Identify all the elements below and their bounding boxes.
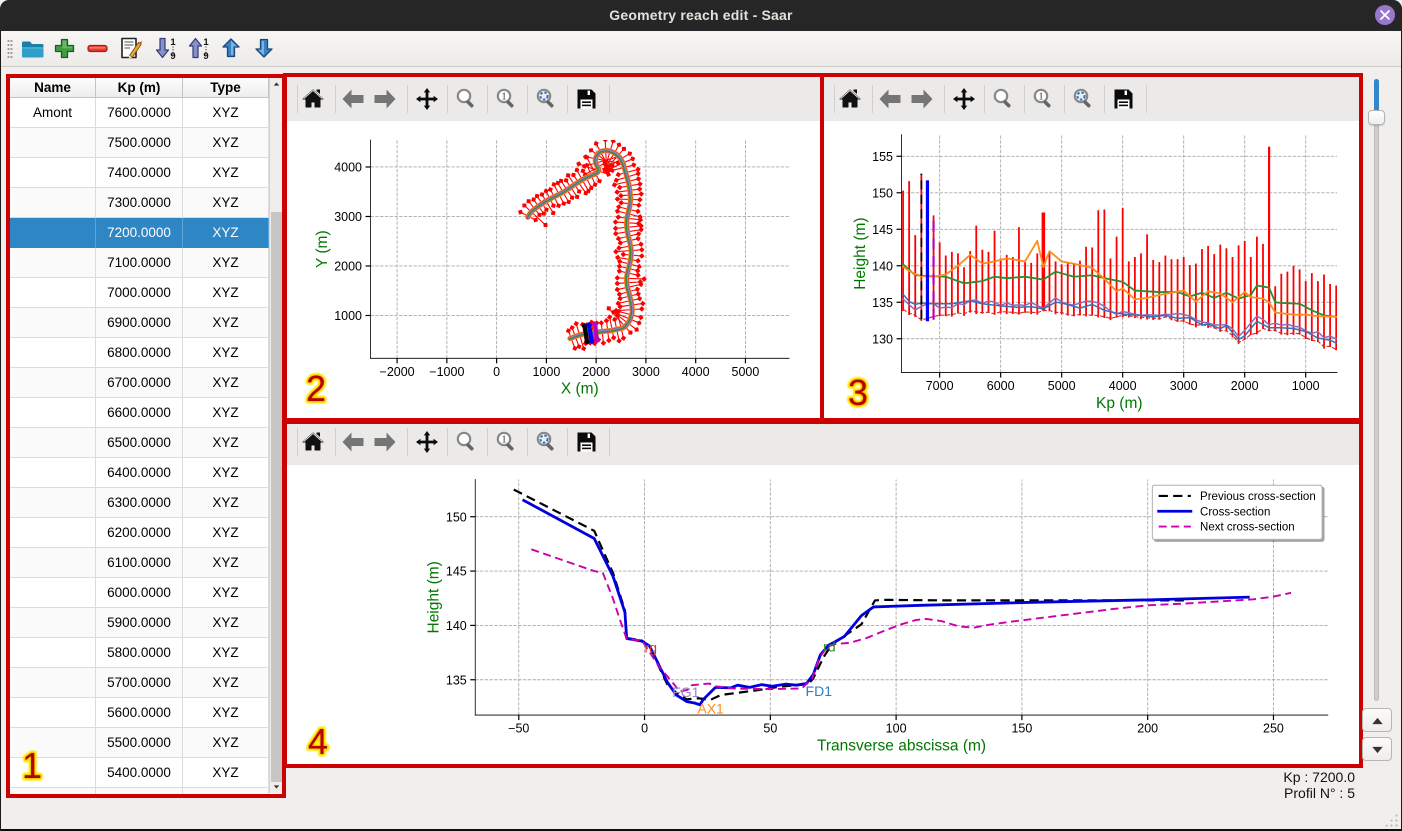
svg-text:6000: 6000	[987, 379, 1015, 393]
svg-text:Next cross-section: Next cross-section	[1200, 522, 1295, 534]
svg-text:5000: 5000	[732, 365, 760, 379]
svg-text:rg: rg	[645, 640, 657, 656]
svg-text:5000: 5000	[1048, 379, 1076, 393]
svg-text:150: 150	[1011, 722, 1032, 736]
svg-text:Kp (m): Kp (m)	[1096, 395, 1143, 412]
svg-text:200: 200	[1137, 722, 1158, 736]
svg-text:250: 250	[1263, 722, 1284, 736]
svg-text:Transverse abscissa (m): Transverse abscissa (m)	[817, 737, 986, 754]
svg-text:3000: 3000	[632, 365, 660, 379]
svg-text:140: 140	[872, 259, 893, 273]
svg-text:4: 4	[308, 721, 328, 762]
svg-text:AX1: AX1	[697, 700, 724, 716]
svg-text:135: 135	[446, 673, 467, 687]
svg-text:155: 155	[872, 150, 893, 164]
svg-text:1: 1	[22, 745, 42, 786]
svg-text:135: 135	[872, 296, 893, 310]
svg-text:0: 0	[641, 722, 648, 736]
svg-text:X (m): X (m)	[561, 381, 599, 398]
svg-text:1000: 1000	[1292, 379, 1320, 393]
svg-text:140: 140	[446, 619, 467, 633]
svg-text:4000: 4000	[682, 365, 710, 379]
svg-text:Previous cross-section: Previous cross-section	[1200, 491, 1316, 503]
svg-text:2: 2	[306, 368, 326, 409]
svg-text:FG1: FG1	[672, 684, 699, 700]
svg-text:4000: 4000	[334, 161, 362, 175]
svg-text:Height (m): Height (m)	[426, 561, 443, 633]
svg-text:0: 0	[493, 365, 500, 379]
svg-text:130: 130	[872, 332, 893, 346]
svg-text:145: 145	[872, 223, 893, 237]
svg-text:Height (m): Height (m)	[852, 217, 869, 289]
svg-text:−50: −50	[508, 722, 529, 736]
svg-text:150: 150	[872, 186, 893, 200]
svg-text:150: 150	[446, 510, 467, 524]
svg-text:3000: 3000	[334, 210, 362, 224]
svg-text:Y (m): Y (m)	[314, 230, 331, 268]
svg-text:100: 100	[886, 722, 907, 736]
svg-text:2000: 2000	[582, 365, 610, 379]
svg-text:rd: rd	[823, 638, 835, 654]
svg-text:2000: 2000	[334, 260, 362, 274]
svg-text:7000: 7000	[926, 379, 954, 393]
svg-text:−2000: −2000	[380, 365, 415, 379]
svg-text:Cross-section: Cross-section	[1200, 506, 1270, 518]
svg-text:4000: 4000	[1109, 379, 1137, 393]
svg-text:2000: 2000	[1231, 379, 1259, 393]
svg-text:1000: 1000	[334, 309, 362, 323]
svg-text:3000: 3000	[1170, 379, 1198, 393]
svg-text:FD1: FD1	[806, 683, 833, 699]
svg-text:−1000: −1000	[429, 365, 464, 379]
svg-text:145: 145	[446, 565, 467, 579]
svg-text:1000: 1000	[532, 365, 560, 379]
svg-text:50: 50	[763, 722, 777, 736]
svg-text:3: 3	[848, 372, 868, 413]
